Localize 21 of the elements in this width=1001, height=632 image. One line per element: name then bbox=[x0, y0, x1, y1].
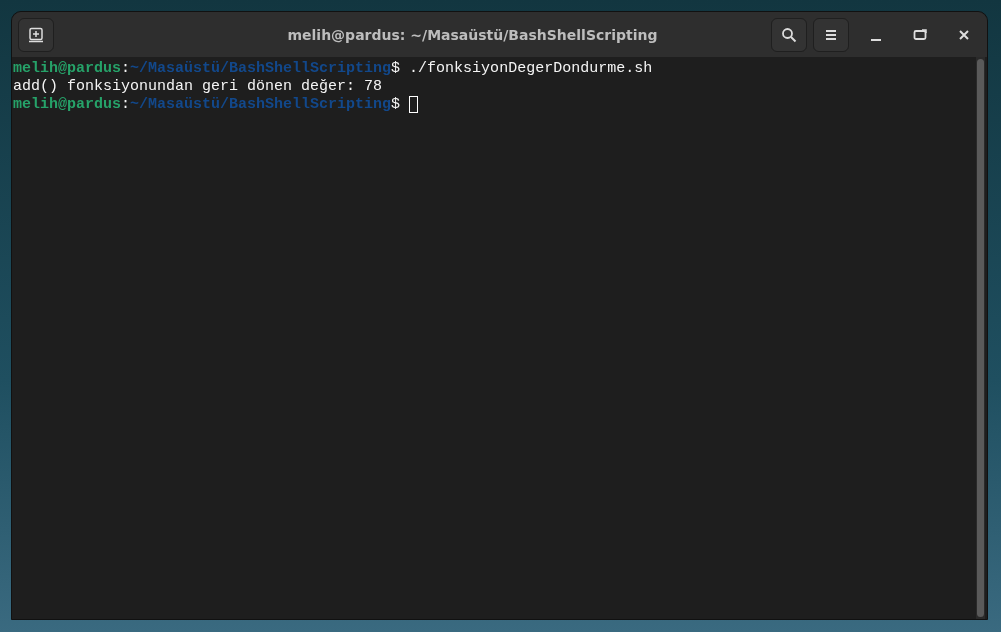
menu-icon bbox=[824, 28, 838, 41]
prompt-separator: : bbox=[121, 60, 131, 77]
search-icon bbox=[781, 26, 797, 43]
menu-button[interactable] bbox=[813, 17, 849, 52]
restore-icon bbox=[913, 28, 927, 41]
close-icon bbox=[958, 28, 970, 41]
minimize-icon bbox=[871, 38, 881, 41]
prompt-path: ~/Masaüstü/BashShellScripting bbox=[130, 60, 392, 77]
command-text: ./fonksiyonDegerDondurme.sh bbox=[408, 60, 653, 77]
window-title: melih@pardus: ~/Masaüstü/BashShellScripting bbox=[286, 26, 659, 43]
prompt-symbol: $ bbox=[391, 60, 401, 77]
new-tab-button[interactable] bbox=[18, 17, 54, 52]
new-tab-icon bbox=[28, 26, 44, 43]
search-button[interactable] bbox=[771, 17, 807, 52]
prompt-path: ~/Masaüstü/BashShellScripting bbox=[130, 96, 392, 113]
prompt-user: melih@pardus bbox=[13, 96, 122, 113]
prompt-separator: : bbox=[121, 96, 131, 113]
scrollbar[interactable] bbox=[976, 57, 985, 619]
prompt-user: melih@pardus bbox=[13, 60, 122, 77]
prompt-symbol: $ bbox=[391, 96, 401, 113]
output-text: add() fonksiyonundan geri dönen değer: 78 bbox=[13, 78, 383, 95]
